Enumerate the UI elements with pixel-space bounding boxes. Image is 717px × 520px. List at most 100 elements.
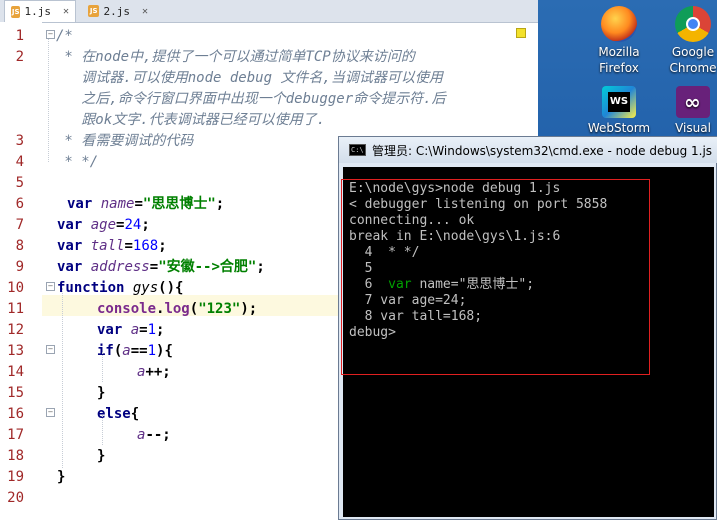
firefox-icon: [601, 6, 637, 42]
cmd-icon: C:\: [349, 144, 366, 156]
code-line: * 在node中,提供了一个可以通过简单TCP协议来访问的: [56, 49, 415, 65]
punctuation: ;: [156, 322, 165, 338]
annotation-highlight-box: [341, 179, 650, 375]
operator: =: [139, 322, 148, 338]
fold-toggle-icon[interactable]: −: [46, 30, 55, 39]
punctuation: ;: [141, 217, 150, 233]
line-number: 12: [7, 322, 24, 338]
code-line: var tall=168;: [57, 236, 167, 257]
identifier: a: [130, 322, 140, 338]
code-line: 跟ok文字.代表调试器已经可以使用了.: [56, 112, 326, 128]
function-name: gys: [132, 280, 159, 296]
line-number: 17: [7, 427, 24, 443]
line-number: 6: [15, 196, 24, 212]
line-number: 15: [7, 385, 24, 401]
punctuation: ){: [156, 343, 173, 359]
identifier: name: [100, 196, 135, 212]
tab-1-js[interactable]: JS 1.js ✕: [4, 0, 76, 22]
punctuation: ;: [158, 238, 167, 254]
js-file-icon: JS: [88, 5, 100, 17]
fold-toggle-icon[interactable]: −: [46, 282, 55, 291]
fold-toggle-icon[interactable]: −: [46, 408, 55, 417]
operator: ++;: [145, 364, 171, 380]
shortcut-label: Google: [671, 45, 715, 59]
line-number: 2: [15, 49, 24, 65]
keyword: if: [97, 343, 114, 359]
desktop-shortcut-chrome[interactable]: Google Chrome: [650, 6, 717, 76]
code-line: * 看需要调试的代码: [56, 133, 194, 149]
keyword: var: [57, 259, 83, 275]
code-line: 之后,命令行窗口界面中出现一个debugger命令提示符.后: [56, 91, 446, 107]
cmd-title-bar[interactable]: C:\ 管理员: C:\Windows\system32\cmd.exe - n…: [339, 137, 717, 163]
code-line: }: [97, 385, 106, 401]
line-number: 14: [7, 364, 24, 380]
tab-label: 1.js: [24, 5, 51, 18]
shortcut-label: Chrome: [669, 61, 717, 75]
method: log: [164, 301, 190, 317]
line-number: 5: [15, 175, 24, 191]
identifier: age: [90, 217, 117, 233]
line-number: 16: [7, 406, 24, 422]
line-number: 10: [7, 280, 24, 296]
visual-studio-icon: ∞: [676, 86, 710, 118]
number: 24: [124, 217, 142, 233]
code-line: }: [57, 469, 66, 485]
indent-guide: [102, 415, 103, 445]
line-number: 8: [15, 238, 24, 254]
keyword: var: [57, 238, 83, 254]
line-number: 11: [7, 301, 24, 317]
webstorm-icon: WS: [602, 86, 636, 118]
code-line: console.log("123");: [97, 299, 257, 320]
line-number: 7: [15, 217, 24, 233]
chrome-icon: [675, 6, 711, 42]
line-number: 3: [15, 133, 24, 149]
close-tab-icon[interactable]: ✕: [142, 6, 148, 17]
line-number: 9: [15, 259, 24, 275]
line-number: 20: [7, 490, 24, 506]
keyword: var: [97, 322, 123, 338]
identifier: a: [122, 343, 131, 359]
string: "安徽-->合肥": [158, 259, 257, 275]
code-line: var address="安徽-->合肥";: [57, 257, 265, 278]
punctuation: ;: [256, 259, 265, 275]
tab-2-js[interactable]: JS 2.js ✕: [82, 1, 154, 21]
punctuation: );: [240, 301, 258, 317]
cmd-window[interactable]: C:\ 管理员: C:\Windows\system32\cmd.exe - n…: [338, 136, 717, 520]
punctuation: ;: [215, 196, 225, 212]
code-line: if(a==1){: [97, 341, 173, 362]
punctuation: (: [189, 301, 199, 317]
punctuation: (){: [158, 280, 184, 296]
indent-guide: [62, 288, 63, 468]
string: "123": [198, 301, 241, 317]
code-line: a--;: [137, 425, 171, 446]
shortcut-label: Visual: [675, 121, 711, 135]
code-line: var a=1;: [97, 320, 164, 341]
indent-guide: [48, 36, 49, 162]
object: console: [97, 301, 157, 317]
code-line: }: [97, 448, 106, 464]
identifier: address: [90, 259, 150, 275]
keyword: var: [57, 217, 83, 233]
code-line: 调试器.可以使用node debug 文件名,当调试器可以使用: [56, 70, 443, 86]
code-line: /*: [56, 28, 73, 44]
code-line: * */: [56, 154, 99, 170]
indent-guide: [102, 352, 103, 382]
operator: =: [134, 196, 143, 212]
desktop-shortcut-visual-studio[interactable]: ∞ Visual: [650, 86, 717, 136]
close-tab-icon[interactable]: ✕: [63, 6, 69, 17]
line-number-gutter: 1 2 3 4 5 6 7 8 9 10 11 12 13 14 15 16 17 18 19 20: [0, 22, 42, 520]
code-line: var age=24;: [57, 215, 150, 236]
operator: =: [149, 259, 159, 275]
operator: --;: [145, 427, 171, 443]
line-number: 18: [7, 448, 24, 464]
fold-toggle-icon[interactable]: −: [46, 345, 55, 354]
operator: =: [124, 238, 133, 254]
code-line: a++;: [137, 362, 171, 383]
operator: ==: [130, 343, 148, 359]
line-number: 4: [15, 154, 24, 170]
code-line: else{: [97, 404, 139, 425]
punctuation: {: [130, 406, 140, 422]
number: 168: [132, 238, 159, 254]
analysis-marker-icon[interactable]: [516, 28, 526, 38]
identifier: tall: [90, 238, 125, 254]
